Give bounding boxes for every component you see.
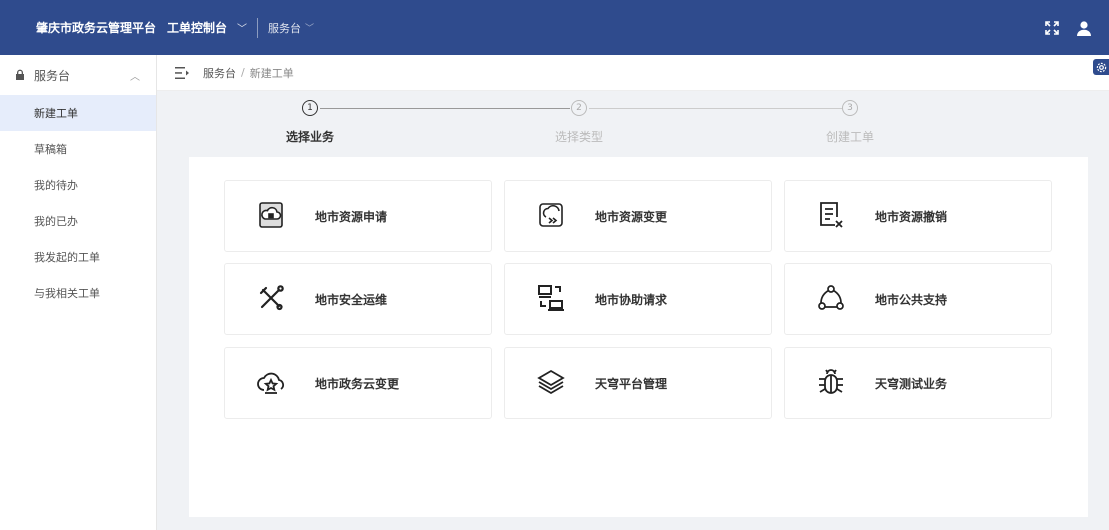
step-2-circle: 2 (571, 100, 587, 116)
sidebar-item-new-workorder[interactable]: 新建工单 (0, 95, 156, 131)
sidebar-item-label: 我的已办 (34, 215, 78, 228)
menu-fold-icon[interactable] (175, 66, 189, 79)
breadcrumb-separator: / (241, 66, 245, 79)
settings-gear-icon[interactable] (1093, 59, 1109, 75)
user-avatar-icon[interactable] (1075, 19, 1093, 37)
service-card-label: 地市公共支持 (875, 293, 948, 307)
step-connector-1 (320, 108, 570, 109)
nav-service-desk[interactable]: 服务台 ﹀ (268, 20, 314, 36)
bug-icon (815, 366, 847, 398)
step-1-circle: 1 (302, 100, 318, 116)
sidebar-group-label: 服务台 (34, 68, 71, 83)
step-2-label: 选择类型 (554, 130, 604, 144)
service-card-label: 地市协助请求 (595, 293, 668, 307)
breadcrumb-root[interactable]: 服务台 (203, 65, 236, 81)
service-card-security-ops[interactable]: 地市安全运维 (224, 263, 492, 335)
sidebar-item-label: 我发起的工单 (34, 251, 100, 264)
devices-icon (535, 282, 567, 314)
step-indicator: 1 2 3 选择业务 选择类型 创建工单 (157, 91, 1109, 157)
sidebar-item-initiated[interactable]: 我发起的工单 (0, 239, 156, 275)
chevron-up-icon: ︿ (130, 71, 140, 83)
service-card-label: 天穹平台管理 (595, 377, 668, 391)
service-card-label: 天穹测试业务 (875, 377, 948, 391)
top-header: 肇庆市政务云管理平台 工单控制台 ﹀ 服务台 ﹀ (0, 0, 1109, 55)
step-1-label: 选择业务 (285, 130, 335, 144)
sidebar: 服务台 ︿ 新建工单 草稿箱 我的待办 我的已办 我发起的工单 与我相关工单 (0, 55, 157, 530)
cloud-lock-icon (255, 199, 287, 231)
service-card-label: 地市政务云变更 (315, 377, 400, 391)
service-card-resource-cancel[interactable]: 地市资源撤销 (784, 180, 1052, 252)
service-card-resource-change[interactable]: 地市资源变更 (504, 180, 772, 252)
network-icon (815, 282, 847, 314)
sidebar-group-service-desk[interactable]: 服务台 ︿ (0, 55, 156, 95)
fullscreen-icon[interactable] (1043, 19, 1061, 37)
platform-brand: 肇庆市政务云管理平台 (36, 21, 157, 35)
service-card-tianqiong-test[interactable]: 天穹测试业务 (784, 347, 1052, 419)
service-card-label: 地市资源变更 (595, 210, 668, 224)
service-card-label: 地市资源申请 (315, 210, 388, 224)
service-card-govcloud-change[interactable]: 地市政务云变更 (224, 347, 492, 419)
service-panel: 地市资源申请 地市资源变更 地市资源撤销 地市安全运维 地市协助请求 地市公共支… (189, 157, 1088, 517)
breadcrumb: 服务台 / 新建工单 (157, 55, 1109, 91)
chevron-down-icon: ﹀ (305, 24, 315, 34)
sidebar-item-todo[interactable]: 我的待办 (0, 167, 156, 203)
cloud-change-icon (535, 199, 567, 231)
step-3-label: 创建工单 (825, 130, 875, 144)
breadcrumb-current: 新建工单 (249, 66, 294, 80)
nav-service-desk-label: 服务台 (268, 21, 302, 35)
sidebar-item-drafts[interactable]: 草稿箱 (0, 131, 156, 167)
service-card-tianqiong-platform[interactable]: 天穹平台管理 (504, 347, 772, 419)
nav-divider (257, 17, 259, 38)
service-card-label: 地市安全运维 (315, 293, 388, 307)
service-card-assist-request[interactable]: 地市协助请求 (504, 263, 772, 335)
service-card-resource-apply[interactable]: 地市资源申请 (224, 180, 492, 252)
document-cancel-icon (815, 199, 847, 231)
sidebar-item-label: 与我相关工单 (34, 287, 100, 300)
sidebar-item-done[interactable]: 我的已办 (0, 203, 156, 239)
nav-workorder-console[interactable]: 工单控制台 ﹀ (167, 19, 247, 36)
step-connector-2 (589, 108, 842, 109)
sidebar-item-related[interactable]: 与我相关工单 (0, 275, 156, 311)
nav-workorder-console-label: 工单控制台 (167, 21, 228, 35)
sidebar-item-label: 我的待办 (34, 179, 78, 192)
cloud-star-icon (255, 366, 287, 398)
chevron-down-icon: ﹀ (237, 24, 248, 35)
sidebar-item-label: 草稿箱 (34, 143, 67, 156)
step-3-circle: 3 (842, 100, 858, 116)
tools-icon (255, 282, 287, 314)
service-card-public-support[interactable]: 地市公共支持 (784, 263, 1052, 335)
layers-icon (535, 366, 567, 398)
service-card-label: 地市资源撤销 (875, 210, 948, 224)
sidebar-item-label: 新建工单 (34, 107, 78, 120)
lock-icon (16, 69, 24, 80)
